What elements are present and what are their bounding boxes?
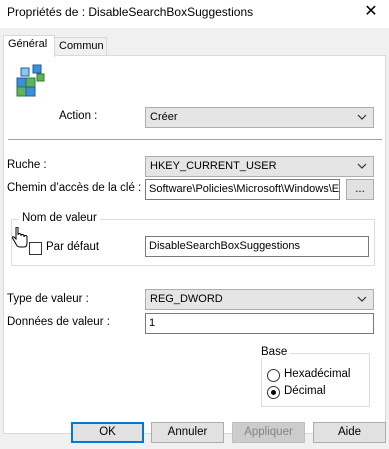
title-bar: Propriétés de : DisableSearchBoxSuggesti… (0, 0, 389, 28)
close-icon[interactable]: ✕ (361, 2, 381, 22)
chevron-down-icon (357, 163, 367, 169)
decimal-radio-label: Décimal (284, 385, 326, 397)
tab-common[interactable]: Commun (54, 37, 107, 55)
value-data-field[interactable]: 1 (145, 313, 374, 334)
value-name-field[interactable]: DisableSearchBoxSuggestions (145, 236, 369, 257)
tab-general-label: Général (8, 38, 48, 50)
window-title: Propriétés de : DisableSearchBoxSuggesti… (7, 5, 254, 19)
hive-label: Ruche : (7, 159, 47, 171)
value-data-label: Données de valeur : (7, 316, 110, 328)
hex-radio[interactable] (267, 369, 280, 382)
hand-cursor-icon (11, 227, 28, 248)
action-select-value: Créer (150, 111, 178, 123)
value-type-select-value: REG_DWORD (150, 293, 223, 305)
hex-radio-label: Hexadécimal (284, 368, 351, 380)
help-button[interactable]: Aide (313, 422, 386, 443)
decimal-radio[interactable] (267, 386, 280, 399)
apply-button[interactable]: Appliquer (232, 422, 305, 443)
chevron-down-icon (357, 296, 367, 302)
hive-select[interactable]: HKEY_CURRENT_USER (145, 156, 374, 177)
default-checkbox-label: Par défaut (46, 241, 100, 253)
ok-button[interactable]: OK (71, 422, 144, 443)
dialog-body: Général Commun Action : Créer Ruche : HK… (0, 28, 389, 449)
key-path-field[interactable]: Software\Policies\Microsoft\Windows\E (145, 179, 340, 200)
value-name-group-title: Nom de valeur (19, 212, 100, 224)
chevron-down-icon (357, 114, 367, 120)
tab-general[interactable]: Général (3, 35, 55, 57)
action-label: Action : (59, 110, 98, 122)
base-group-title: Base (258, 346, 291, 358)
cancel-button[interactable]: Annuler (151, 422, 224, 443)
default-checkbox[interactable] (29, 242, 42, 255)
registry-icon (16, 64, 45, 97)
value-type-select[interactable]: REG_DWORD (145, 289, 374, 310)
tab-panel-general: Action : Créer Ruche : HKEY_CURRENT_USER… (3, 55, 386, 434)
tab-common-label: Commun (59, 40, 104, 52)
hive-select-value: HKEY_CURRENT_USER (150, 160, 277, 172)
action-select[interactable]: Créer (145, 107, 374, 128)
value-type-label: Type de valeur : (7, 293, 89, 305)
browse-button[interactable]: ... (346, 179, 374, 200)
key-path-label: Chemin d’accès de la clé : (7, 182, 142, 194)
section-divider (8, 139, 382, 140)
